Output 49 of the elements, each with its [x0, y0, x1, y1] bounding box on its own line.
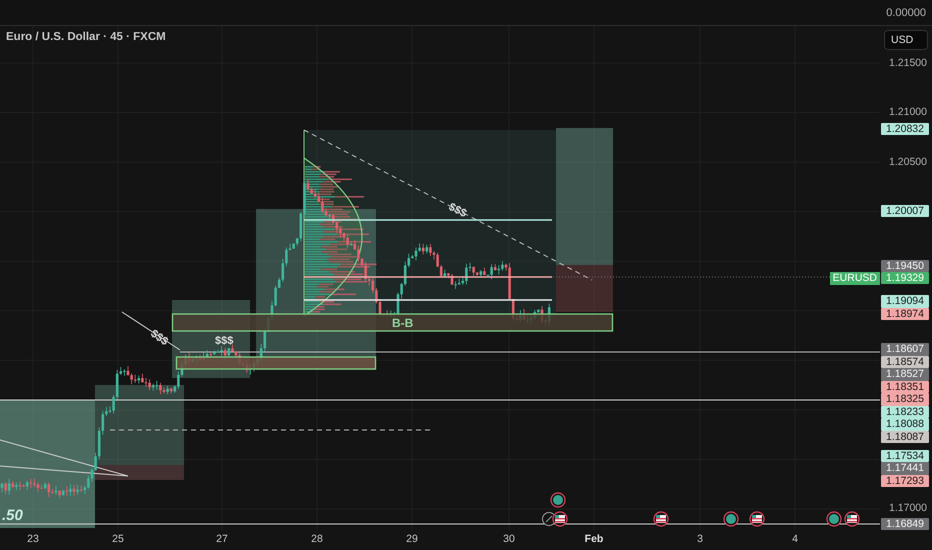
chart-annotation: .50 — [2, 507, 23, 524]
price-tick: 1.21500 — [889, 56, 927, 70]
price-marker: 1.16849 — [881, 518, 929, 530]
date-label: 28 — [311, 533, 323, 545]
price-marker: 1.18087 — [881, 430, 929, 444]
price-marker: 1.18088 — [881, 418, 929, 431]
price-marker: 1.18527 — [881, 368, 929, 381]
chart-annotation: B-B — [392, 316, 414, 330]
symbol-tag: EURUSD — [830, 272, 880, 285]
date-label: 3 — [697, 533, 703, 545]
pane-value: 0.00000 — [886, 6, 926, 18]
price-marker: 1.18974 — [881, 308, 929, 320]
price-marker: 1.20832 — [881, 122, 929, 136]
event-dot-icon[interactable] — [826, 511, 842, 527]
event-dot-icon[interactable] — [550, 492, 566, 508]
price-marker: 1.18574 — [881, 356, 929, 368]
price-marker: 1.17441 — [881, 462, 929, 475]
date-label: 27 — [216, 533, 228, 545]
current-price-marker: 1.19329 — [881, 272, 929, 284]
date-label: 29 — [406, 533, 418, 545]
flag-icon[interactable] — [844, 511, 860, 527]
date-label: Feb — [584, 533, 604, 545]
price-tick: 1.20500 — [889, 156, 927, 169]
price-marker: 1.18233 — [881, 406, 929, 418]
date-label: 25 — [112, 533, 124, 545]
flag-icon[interactable] — [653, 511, 669, 527]
price-marker: 1.19450 — [881, 260, 929, 272]
price-marker: 1.17293 — [881, 474, 929, 488]
price-tick: 1.21000 — [889, 106, 927, 120]
price-marker: 1.20007 — [881, 204, 929, 218]
chart-annotation: $$$ — [446, 200, 468, 220]
date-label: 23 — [27, 533, 39, 545]
price-marker: 1.18325 — [881, 393, 929, 406]
flag-icon[interactable] — [749, 511, 765, 527]
flag-icon[interactable] — [552, 511, 568, 527]
trend-line — [122, 312, 180, 350]
price-marker: 1.19094 — [881, 295, 929, 308]
chart-title: Euro / U.S. Dollar · 45 · FXCM — [6, 31, 166, 43]
price-marker: 1.17534 — [881, 450, 929, 462]
chart-annotation: $$$ — [148, 328, 170, 348]
price-marker: 1.18607 — [881, 343, 929, 356]
stop-zone — [556, 265, 613, 312]
price-marker: 1.18351 — [881, 380, 929, 394]
price-tick: 1.17000 — [889, 502, 927, 516]
event-dot-icon[interactable] — [723, 511, 739, 527]
date-label: 4 — [792, 533, 798, 545]
date-label: 30 — [503, 533, 515, 545]
chart-annotation: $$$ — [215, 335, 234, 347]
currency-button[interactable]: USD — [884, 30, 928, 50]
